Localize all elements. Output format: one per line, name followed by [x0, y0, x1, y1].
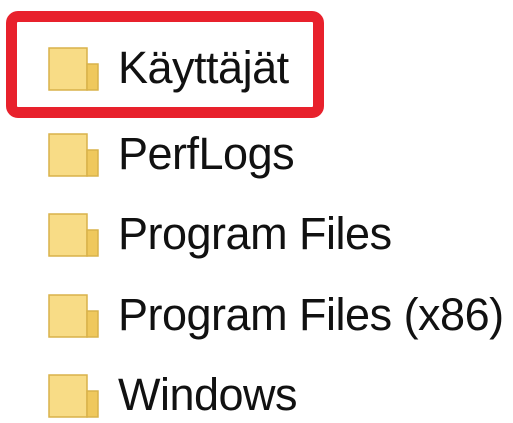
folder-tree: Käyttäjät PerfLogs Program Files Program [0, 0, 513, 423]
folder-icon [48, 210, 99, 257]
folder-icon [48, 291, 99, 338]
folder-label: Program Files (x86) [118, 289, 504, 340]
folder-icon [48, 130, 99, 177]
folder-label: PerfLogs [118, 128, 295, 179]
folder-label: Käyttäjät [118, 42, 289, 93]
folder-item-program-files[interactable]: Program Files [0, 196, 513, 272]
folder-item-perflogs[interactable]: PerfLogs [0, 116, 513, 192]
folder-icon [48, 44, 99, 91]
folder-item-kayttajat[interactable]: Käyttäjät [0, 30, 513, 106]
folder-label: Windows [118, 369, 298, 420]
folder-item-windows[interactable]: Windows [0, 357, 513, 423]
folder-label: Program Files [118, 208, 392, 259]
folder-item-program-files-x86[interactable]: Program Files (x86) [0, 277, 513, 353]
folder-icon [48, 371, 99, 418]
